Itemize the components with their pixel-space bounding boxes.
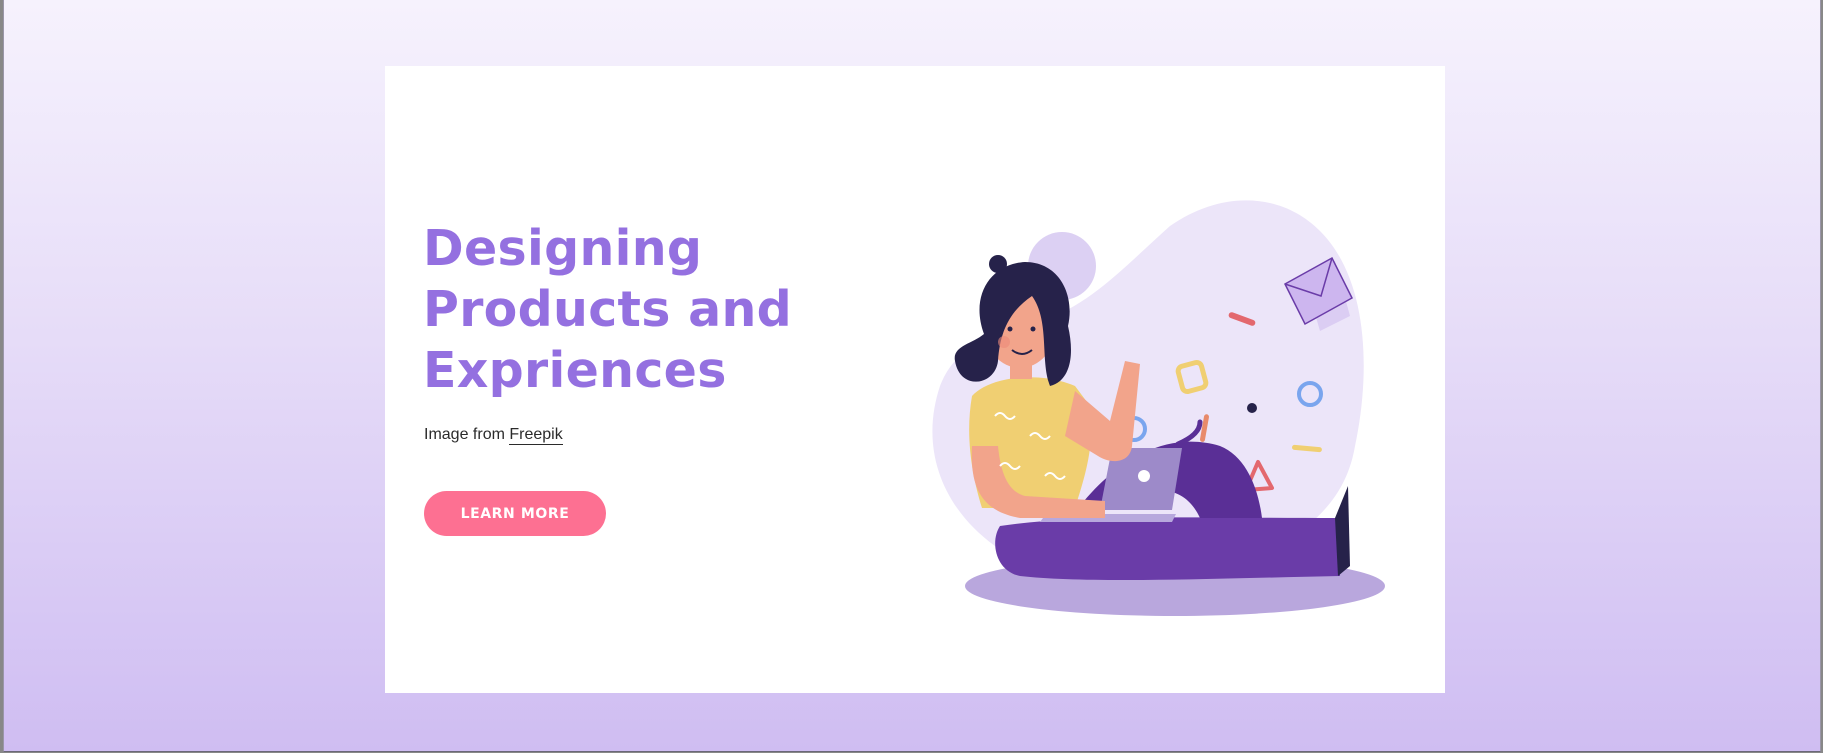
learn-more-button[interactable]: LEARN MORE xyxy=(424,491,606,536)
image-credit: Image from Freepik xyxy=(424,426,563,445)
hero-title-line: Designing xyxy=(423,220,703,277)
hero-card: Designing Products and Expriences Image … xyxy=(385,66,1445,693)
hero-title-line: Expriences xyxy=(423,342,727,399)
image-credit-prefix: Image from xyxy=(424,426,510,443)
freepik-link[interactable]: Freepik xyxy=(509,426,563,445)
woman-with-laptop-illustration xyxy=(932,200,1385,616)
hero-title: Designing Products and Expriences xyxy=(423,218,883,401)
page-background: Designing Products and Expriences Image … xyxy=(3,0,1821,752)
hero-title-line: Products and xyxy=(423,281,793,338)
